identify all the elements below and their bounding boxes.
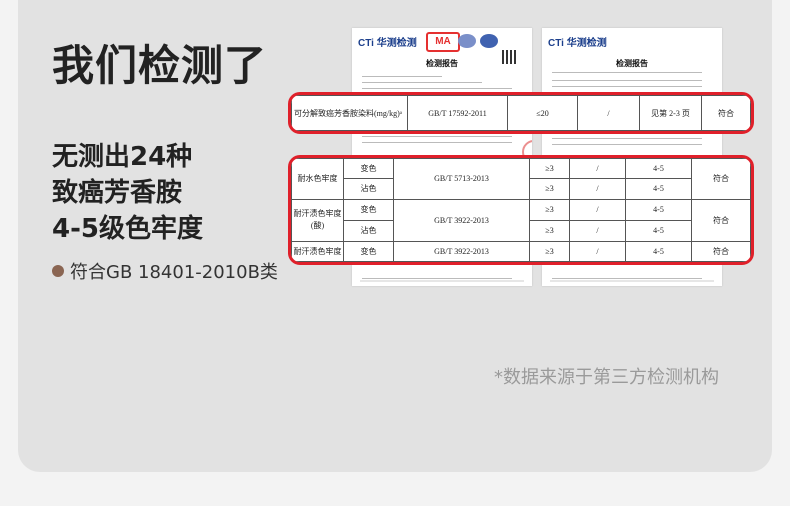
result-value: / xyxy=(569,158,626,180)
highlight-aromatic-amine: 可分解致癌芳香胺染料(mg/kg)ᵃ GB/T 17592-2011 ≤20 /… xyxy=(288,92,754,134)
standard-line: 符合GB 18401-2010B类 xyxy=(52,258,278,284)
doc-footer xyxy=(550,280,714,282)
limit-value: ≤20 xyxy=(507,95,578,131)
sub-item: 变色 xyxy=(343,198,394,221)
grade-value: 4-5 xyxy=(625,219,692,242)
test-method: GB/T 17592-2011 xyxy=(407,95,508,131)
feature-line-1: 无测出24种 xyxy=(52,142,193,172)
grade-value: 4-5 xyxy=(625,198,692,221)
report-title: 检测报告 xyxy=(616,59,648,68)
doc-line xyxy=(362,142,512,143)
grade-value: 4-5 xyxy=(625,178,692,200)
test-item: 耐水色牢度 xyxy=(291,158,344,200)
bullet-dot-icon xyxy=(52,265,64,277)
grade-value: 4-5 xyxy=(625,240,692,262)
test-item: 可分解致癌芳香胺染料(mg/kg)ᵃ xyxy=(291,95,408,131)
limit-value: ≥3 xyxy=(529,240,570,262)
standard-text: 符合GB 18401-2010B类 xyxy=(70,262,278,283)
sub-item: 变色 xyxy=(343,158,394,180)
feature-line-3: 4-5级色牢度 xyxy=(52,214,203,244)
result-value: / xyxy=(569,219,626,242)
highlight-color-fastness: 耐水色牢度 变色 GB/T 5713-2013 ≥3 / 4-5 符合 沾色 ≥… xyxy=(288,155,754,265)
ilac-badge-icon xyxy=(458,34,476,48)
feature-line-2: 致癌芳香胺 xyxy=(52,178,183,208)
limit-value: ≥3 xyxy=(529,158,570,180)
result-value: / xyxy=(577,95,640,131)
result-reference: 见第 2-3 页 xyxy=(639,95,702,131)
test-item: 耐汗渍色牢度 xyxy=(291,240,344,262)
doc-line xyxy=(362,136,512,137)
report-title: 检测报告 xyxy=(426,59,458,68)
verdict: 符合 xyxy=(701,95,751,131)
data-source-note: *数据来源于第三方检测机构 xyxy=(494,367,719,388)
doc-line xyxy=(552,72,702,73)
sub-item: 沾色 xyxy=(343,178,394,200)
doc-line xyxy=(552,80,702,81)
test-method: GB/T 5713-2013 xyxy=(393,158,530,200)
doc-line xyxy=(362,278,512,279)
doc-line xyxy=(362,76,442,77)
result-value: / xyxy=(569,178,626,200)
result-value: / xyxy=(569,240,626,262)
cti-logo: CTi 华测检测 xyxy=(548,38,607,49)
sub-item: 沾色 xyxy=(343,219,394,242)
test-method: GB/T 3922-2013 xyxy=(393,198,530,242)
limit-value: ≥3 xyxy=(529,178,570,200)
cnas-badge-icon xyxy=(480,34,498,48)
page-title: 我们检测了 xyxy=(52,41,268,90)
doc-line xyxy=(362,82,482,83)
limit-value: ≥3 xyxy=(529,198,570,221)
limit-value: ≥3 xyxy=(529,219,570,242)
doc-line xyxy=(552,278,702,279)
doc-line xyxy=(552,86,702,87)
sub-item: 变色 xyxy=(343,240,394,262)
grade-value: 4-5 xyxy=(625,158,692,180)
test-method: GB/T 3922-2013 xyxy=(393,240,530,262)
ma-certification-icon: MA xyxy=(426,32,460,52)
verdict: 符合 xyxy=(691,240,751,262)
doc-line xyxy=(552,144,702,145)
doc-footer xyxy=(360,280,524,282)
doc-line xyxy=(552,138,702,139)
verdict: 符合 xyxy=(691,198,751,242)
test-item: 耐汗渍色牢度(酸) xyxy=(291,198,344,242)
verdict: 符合 xyxy=(691,158,751,200)
doc-line xyxy=(362,88,512,89)
cti-logo: CTi 华测检测 xyxy=(358,38,417,49)
result-value: / xyxy=(569,198,626,221)
